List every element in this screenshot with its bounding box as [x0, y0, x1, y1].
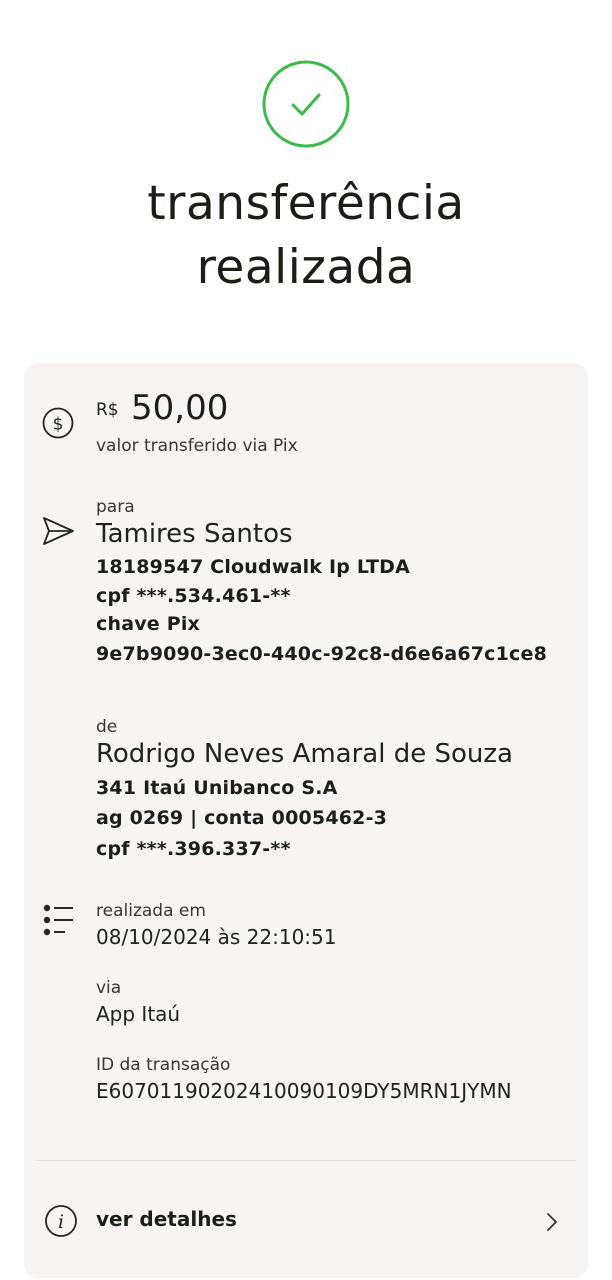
check-circle-icon: [262, 60, 350, 148]
amount-value: 50,00: [131, 388, 229, 428]
amount-currency: R$: [96, 400, 119, 420]
title-line-1: transferência: [147, 176, 465, 231]
sender-bank: 341 Itaú Unibanco S.A: [96, 777, 338, 799]
recipient-institution: 18189547 Cloudwalk Ip LTDA: [96, 556, 411, 578]
transaction-id-value: E60701190202410090109DY5MRN1JYMN: [96, 1079, 512, 1103]
recipient-cpf: cpf ***.534.461-**: [96, 585, 291, 607]
sender-name: Rodrigo Neves Amaral de Souza: [96, 739, 513, 769]
date-label: realizada em: [96, 901, 206, 921]
sender-label: de: [96, 717, 118, 737]
view-details-button[interactable]: i ver detalhes: [24, 1193, 588, 1249]
via-label: via: [96, 978, 122, 998]
divider: [36, 1160, 576, 1161]
view-details-label: ver detalhes: [96, 1207, 237, 1231]
dollar-circle-icon: $: [42, 407, 74, 439]
sender-account: ag 0269 | conta 0005462-3: [96, 807, 388, 829]
recipient-name: Tamires Santos: [96, 519, 293, 549]
amount-caption: valor transferido via Pix: [96, 436, 298, 456]
recipient-label: para: [96, 497, 135, 517]
title-line-2: realizada: [196, 240, 416, 295]
receipt-card: $ R$ 50,00 valor transferido via Pix par…: [24, 363, 588, 1278]
pix-key-label: chave Pix: [96, 613, 200, 635]
page-title: transferência realizada: [0, 172, 612, 300]
transfer-receipt-screen: transferência realizada $ R$ 50,00 valor…: [0, 0, 612, 1280]
send-icon: [43, 517, 74, 545]
list-icon: [43, 904, 73, 936]
sender-cpf: cpf ***.396.337-**: [96, 838, 291, 860]
svg-text:$: $: [53, 415, 64, 435]
transaction-id-label: ID da transação: [96, 1055, 231, 1075]
info-icon: i: [45, 1205, 77, 1237]
pix-key-value: 9e7b9090-3ec0-440c-92c8-d6e6a67c1ce8: [96, 643, 548, 665]
svg-text:i: i: [58, 1211, 64, 1233]
date-value: 08/10/2024 às 22:10:51: [96, 925, 337, 949]
via-value: App Itaú: [96, 1002, 181, 1026]
chevron-right-icon: [547, 1213, 557, 1231]
